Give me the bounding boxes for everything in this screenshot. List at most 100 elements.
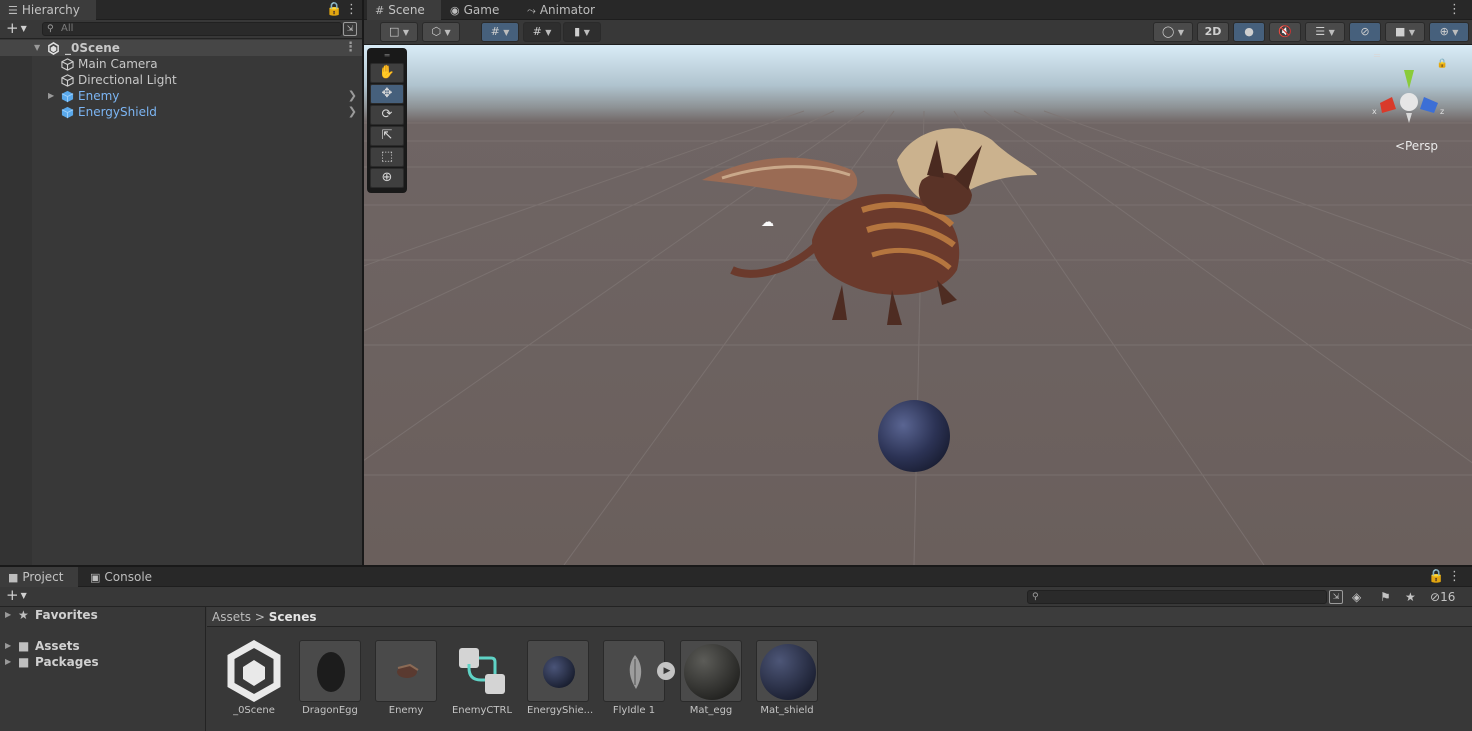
eye-slash-icon: ⊘ <box>1360 25 1370 38</box>
panel-menu-icon[interactable]: ⋮ <box>345 0 358 20</box>
camera-settings-button[interactable]: ■ ▼ <box>1385 22 1425 42</box>
panel-menu-icon[interactable]: ⋮ <box>1448 567 1461 587</box>
gamepad-icon: ◉ <box>450 4 460 17</box>
scene-visibility-button[interactable]: ⊘ <box>1349 22 1381 42</box>
asset-name: EnemyCTRL <box>451 705 513 716</box>
chevron-right-icon[interactable]: ❯ <box>348 104 357 120</box>
tab-console[interactable]: ▣ Console <box>82 567 162 587</box>
foldout-collapsed-icon[interactable]: ▶ <box>48 88 54 104</box>
filter-by-type-icon[interactable]: ◈ <box>1352 590 1361 604</box>
filter-by-label-icon[interactable]: ⚑ <box>1380 590 1391 604</box>
gameobject-cube-icon <box>61 74 74 87</box>
asset-thumbnail <box>603 640 665 702</box>
palette-grip-icon[interactable]: ═ <box>370 51 404 63</box>
increment-snap-icon: # <box>532 25 542 38</box>
scale-tool-button[interactable]: ⇱ <box>370 126 404 146</box>
render-mode-button[interactable]: ⬡ ▼ <box>422 22 460 42</box>
lock-icon[interactable]: 🔒 <box>1428 567 1444 587</box>
tab-scene[interactable]: # Scene <box>367 0 441 20</box>
asset-thumbnail <box>756 640 818 702</box>
asset-thumbnail <box>451 640 513 702</box>
create-button[interactable]: + ▼ <box>0 21 28 37</box>
draw-mode-button[interactable]: □ ▼ <box>380 22 418 42</box>
tab-animator[interactable]: ⤳ Animator <box>519 0 609 20</box>
hidden-packages-button[interactable]: ⊘16 <box>1430 590 1455 604</box>
asset-item[interactable]: DragonEgg <box>299 640 361 716</box>
play-preview-icon[interactable]: ▶ <box>657 662 675 680</box>
chevron-right-icon[interactable]: ❯ <box>348 88 357 104</box>
prefab-cube-icon <box>61 90 74 103</box>
transform-tool-button[interactable]: ⊕ <box>370 168 404 188</box>
hierarchy-item-label: Main Camera <box>78 57 158 71</box>
orientation-gizmo[interactable]: x z <box>1368 65 1448 140</box>
hand-tool-button[interactable]: ✋ <box>370 63 404 83</box>
audio-toggle-button[interactable]: 🔇 <box>1269 22 1301 42</box>
panel-menu-icon[interactable]: ⋮ <box>1448 0 1461 20</box>
project-search-input[interactable]: ⚲ <box>1027 590 1327 604</box>
foldout-collapsed-icon[interactable]: ▶ <box>5 607 11 623</box>
search-by-type-icon[interactable]: ⇲ <box>343 22 357 36</box>
tab-project[interactable]: ■ Project <box>0 567 78 587</box>
breadcrumb-assets[interactable]: Assets <box>212 610 251 624</box>
hierarchy-item-label: Enemy <box>78 89 120 103</box>
move-tool-button[interactable]: ✥ <box>370 84 404 104</box>
chevron-down-icon: ▼ <box>20 591 27 600</box>
camera-icon: ■ <box>1394 25 1406 38</box>
search-by-type-icon[interactable]: ⇲ <box>1329 590 1343 604</box>
lock-icon[interactable]: 🔒 <box>326 0 342 20</box>
hierarchy-item-directional-light[interactable]: Directional Light <box>0 72 362 88</box>
effects-button[interactable]: ☰ ▼ <box>1305 22 1345 42</box>
hierarchy-item-energyshield[interactable]: EnergyShield ❯ <box>0 104 362 120</box>
gizmo-menu-icon[interactable]: ═ <box>1374 51 1380 62</box>
grid-snapping-button[interactable]: # ▼ <box>481 22 519 42</box>
grid-icon: # <box>375 4 385 17</box>
asset-thumbnail <box>680 640 742 702</box>
hierarchy-item-label: Directional Light <box>78 73 177 87</box>
foldout-collapsed-icon[interactable]: ▶ <box>5 654 11 670</box>
layers-icon: ☰ <box>1315 25 1326 38</box>
hierarchy-item-enemy[interactable]: ▶ Enemy ❯ <box>0 88 362 104</box>
tab-hierarchy[interactable]: ☰ Hierarchy <box>0 0 96 20</box>
scene-row[interactable]: ▼ _0Scene ⋮ <box>0 40 362 56</box>
gizmo-z-label: z <box>1440 107 1444 116</box>
chevron-down-icon: ▼ <box>1408 28 1416 37</box>
chevron-down-icon: ▼ <box>503 28 510 37</box>
foldout-expanded-icon[interactable]: ▼ <box>34 40 40 56</box>
hand-icon: ✋ <box>378 65 396 80</box>
tab-game[interactable]: ◉ Game <box>442 0 512 20</box>
animator-icon: ⤳ <box>527 4 536 17</box>
asset-item[interactable]: Mat_egg <box>680 640 742 716</box>
asset-item[interactable]: EnergyShie... <box>527 640 593 716</box>
asset-item[interactable]: Mat_shield <box>756 640 818 716</box>
increment-snapping-button[interactable]: # ▼ <box>523 22 561 42</box>
asset-item[interactable]: EnemyCTRL <box>451 640 513 716</box>
move-arrows-icon: ✥ <box>381 86 393 101</box>
rotate-tool-button[interactable]: ⟳ <box>370 105 404 125</box>
scene-viewport[interactable]: ☁ ═ ✋ ✥ ⟳ ⇱ ⬚ ⊕ ═ 🔒 x z <Persp <box>364 45 1472 565</box>
lighting-toggle-button[interactable]: ● <box>1233 22 1265 42</box>
unity-scene-icon <box>48 42 59 55</box>
hierarchy-list-icon: ☰ <box>8 4 18 17</box>
dragon-prefab-icon <box>397 663 419 678</box>
dragon-model[interactable] <box>692 120 1042 330</box>
light-gizmo-icon[interactable]: ☁ <box>761 215 774 230</box>
shading-mode-button[interactable]: ◯ ▼ <box>1153 22 1193 42</box>
scene-menu-icon[interactable]: ⋮ <box>344 40 357 56</box>
energy-shield-sphere[interactable] <box>876 397 952 475</box>
align-button[interactable]: ▮ ▼ <box>563 22 601 42</box>
rect-tool-button[interactable]: ⬚ <box>370 147 404 167</box>
asset-item[interactable]: Enemy <box>375 640 437 716</box>
projection-label[interactable]: <Persp <box>1395 139 1438 153</box>
asset-name: Mat_shield <box>760 705 814 716</box>
hierarchy-item-main-camera[interactable]: Main Camera <box>0 56 362 72</box>
foldout-collapsed-icon[interactable]: ▶ <box>5 638 11 654</box>
breadcrumb-current[interactable]: Scenes <box>269 610 317 624</box>
gizmos-button[interactable]: ⊕ ▼ <box>1429 22 1469 42</box>
toggle-2d-button[interactable]: 2D <box>1197 22 1229 42</box>
asset-item[interactable]: FlyIdle 1 <box>603 640 665 716</box>
hierarchy-search-input[interactable]: ⚲ All <box>42 22 342 36</box>
create-asset-button[interactable]: + ▼ <box>0 588 28 604</box>
asset-item[interactable]: _0Scene <box>223 640 285 716</box>
lightbulb-icon: ● <box>1244 25 1254 38</box>
favorite-star-icon[interactable]: ★ <box>1405 590 1416 604</box>
